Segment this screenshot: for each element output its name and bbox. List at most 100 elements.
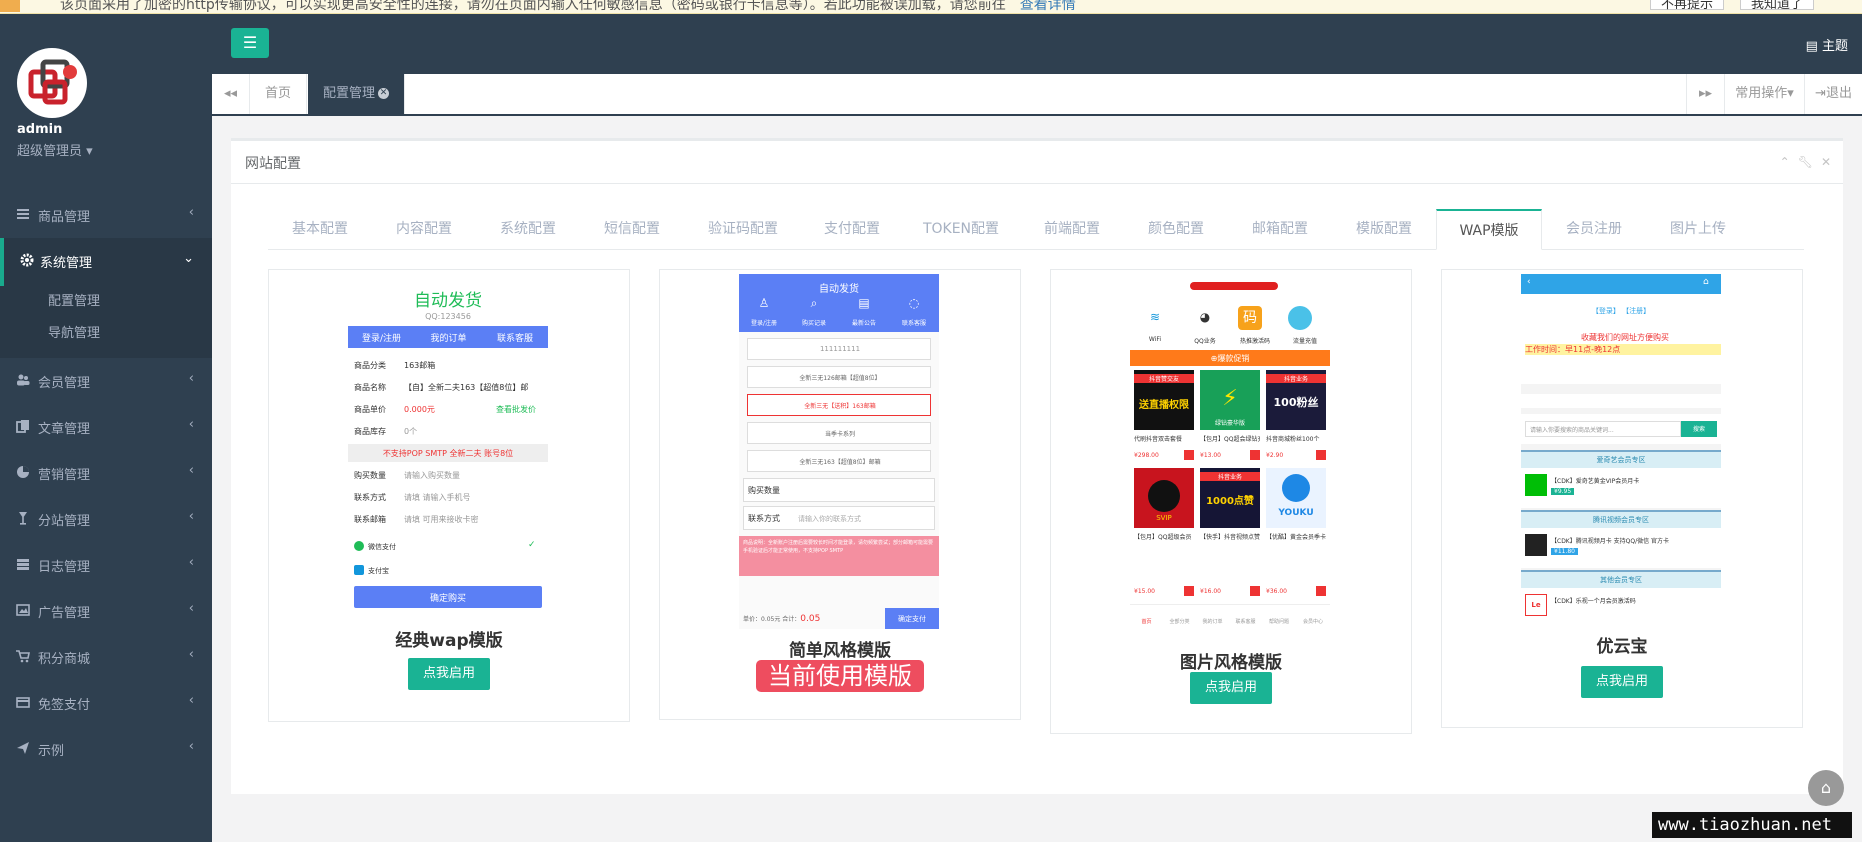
tab-content[interactable]: 内容配置 (372, 209, 476, 249)
product-price: ¥2.90 (1266, 452, 1284, 459)
preview-item: 当季卡系列 (747, 422, 931, 444)
tab-image-upload[interactable]: 图片上传 (1646, 209, 1750, 249)
template-preview-image[interactable]: ≋ ◕ 码 WiFi QQ业务 热推激活码 流量充值 ⊕爆款促销 抖音赞交友 送直… (1130, 274, 1330, 629)
tab-token[interactable]: TOKEN配置 (902, 209, 1020, 249)
scroll-tabs-left-button[interactable]: ◂◂ (212, 74, 250, 114)
theme-button[interactable]: ▤ 主题 (1806, 35, 1848, 54)
enable-template-button[interactable]: 点我启用 (408, 658, 490, 690)
sidebar-item-marketing[interactable]: 营销管理 ‹ (0, 450, 212, 496)
tab-system[interactable]: 系统配置 (476, 209, 580, 249)
preview-item: 全新三无126邮箱【超值8位】 (747, 366, 931, 388)
sidebar-item-products[interactable]: 商品管理 ‹ (0, 192, 212, 238)
preview-row-label: 商品名称 (354, 383, 386, 392)
template-preview-classic[interactable]: 自动发货 QQ:123456 登录/注册 我的订单 联系客服 商品分类 163邮… (348, 278, 548, 613)
home-icon: ⌂ (1820, 778, 1832, 797)
back-to-home-button[interactable]: ⌂ (1808, 770, 1844, 806)
sidebar-item-free-pay[interactable]: 免签支付 ‹ (0, 680, 212, 726)
cart-icon (1250, 586, 1260, 596)
enable-template-button[interactable]: 点我启用 (1190, 672, 1272, 704)
wifi-icon: ≋ (1149, 310, 1161, 324)
notice-message: 该页面采用了加密的http传输协议，可以实现更高安全性的连接，请勿在页面内输入任… (60, 0, 1006, 13)
preview-section-header: 腾讯视频会员专区 (1521, 510, 1721, 528)
sidebar-menu: 商品管理 ‹ 系统管理 ⌄ 配置管理 导航管理 会员管理 ‹ 文章管理 ‹ 营销管理 ‹ … (0, 192, 212, 772)
product-price: ¥36.00 (1266, 588, 1287, 595)
preview-contact-ph: 请输入你的联系方式 (798, 515, 861, 523)
menu-toggle-button[interactable]: ☰ (231, 28, 269, 58)
preview-pay-option: 微信支付 (368, 543, 396, 551)
logout-button[interactable]: ⇥退出 (1804, 74, 1862, 114)
sidebar-item-articles[interactable]: 文章管理 ‹ (0, 404, 212, 450)
template-preview-youyunbao[interactable]: ‹ ⌂ 【登录】 【注册】 收藏我们的网址方便购买 工作时间：早11点-晚12点 … (1521, 274, 1721, 629)
preview-notice-strip (1521, 394, 1721, 408)
dont-remind-button[interactable]: 不再提示 (1650, 0, 1725, 12)
tab-template[interactable]: 模版配置 (1332, 209, 1436, 249)
submenu-item-nav[interactable]: 导航管理 (0, 318, 212, 350)
notice-link[interactable]: 查看详情 (1020, 0, 1076, 13)
tab-wap-template[interactable]: WAP模版 (1436, 209, 1542, 250)
preview-hours: 工作时间：早11点-晚12点 (1525, 344, 1721, 355)
tab-captcha[interactable]: 验证码配置 (684, 209, 802, 249)
close-icon[interactable]: ✕ (1821, 155, 1831, 169)
preview-contact-label: 联系方式 (748, 514, 780, 523)
preview-item-text: 全新三无163【超值8位】邮箱 (799, 459, 881, 466)
scroll-tabs-right-button[interactable]: ▸▸ (1686, 74, 1724, 114)
sidebar-item-substation[interactable]: 分站管理 ‹ (0, 496, 212, 542)
preview-input: 111111111 (747, 338, 931, 360)
wrench-icon[interactable]: 🔧︎ (1798, 155, 1813, 169)
enable-template-button[interactable]: 点我启用 (1581, 666, 1663, 698)
cart-icon (1316, 450, 1326, 460)
tencent-video-logo (1525, 534, 1547, 556)
preview-qty-row: 购买数量 (743, 478, 935, 502)
system-submenu: 配置管理 导航管理 (0, 286, 212, 358)
chat-icon: ◌ (908, 296, 920, 310)
tab-color[interactable]: 颜色配置 (1124, 209, 1228, 249)
logout-label: 退出 (1825, 86, 1852, 101)
log-icon (17, 559, 29, 570)
watermark: www.tiaozhuan.net (1652, 812, 1852, 838)
collapse-icon[interactable]: ⌃ (1780, 155, 1790, 169)
submenu-item-config[interactable]: 配置管理 (0, 286, 212, 318)
product-image: SVIP (1134, 468, 1194, 528)
cart-icon (1184, 450, 1194, 460)
preview-notice-text: 不支持POP SMTP 全新二夫 账号8位 (382, 449, 514, 458)
tab-payment[interactable]: 支付配置 (802, 209, 902, 249)
sidebar-item-members[interactable]: 会员管理 ‹ (0, 358, 212, 404)
sidebar-item-ads[interactable]: 广告管理 ‹ (0, 588, 212, 634)
sidebar-item-logs[interactable]: 日志管理 ‹ (0, 542, 212, 588)
page-tab-config[interactable]: 配置管理 ✕ (308, 74, 406, 114)
tab-sms[interactable]: 短信配置 (580, 209, 684, 249)
avatar[interactable] (17, 48, 87, 118)
sidebar-item-label: 广告管理 (38, 606, 91, 621)
preview-field-ph: 请填 可用来接收卡密 (404, 515, 479, 524)
preview-field-ph: 请填 请输入手机号 (404, 493, 471, 502)
chevron-left-icon: ‹ (188, 601, 194, 616)
sidebar-item-system[interactable]: 系统管理 ⌄ (0, 238, 212, 286)
template-preview-simple[interactable]: 自动发货 ♙ ⌕ ▤ ◌ 登录/注册 购买记录 最新公告 联系客服 111111… (739, 274, 939, 629)
got-it-button[interactable]: 我知道了 (1740, 0, 1815, 12)
common-ops-dropdown[interactable]: 常用操作▾ (1724, 74, 1804, 114)
preview-row-value: 0个 (404, 427, 418, 436)
preview-footer-item: 我的订单 (1202, 619, 1223, 625)
user-role-dropdown[interactable]: 超级管理员 ▾ (17, 140, 93, 159)
tab-frontend[interactable]: 前端配置 (1020, 209, 1124, 249)
tab-email[interactable]: 邮箱配置 (1228, 209, 1332, 249)
panel-header: 网站配置 ⌃ 🔧︎ ✕ (231, 138, 1843, 184)
sidebar-item-label: 积分商城 (38, 652, 91, 667)
preview-search-ph: 请输入你要搜索的商品关键词... (1530, 427, 1614, 434)
theme-label: 主题 (1821, 39, 1848, 54)
close-tab-icon[interactable]: ✕ (378, 88, 390, 99)
preview-section-item: Le 【CDK】乐视一个月会员激活码 (1521, 588, 1721, 629)
chevron-left-icon: ‹ (188, 463, 194, 478)
tab-basic[interactable]: 基本配置 (268, 209, 372, 249)
preview-icon-label: 最新公告 (851, 320, 876, 327)
page-tab-home[interactable]: 首页 (250, 74, 308, 114)
sidebar-item-label: 会员管理 (38, 376, 91, 391)
top-navbar: ☰ ▤ 主题 (212, 14, 1862, 74)
chevron-left-icon: ‹ (188, 509, 194, 524)
preview-footer-item: 会员中心 (1302, 619, 1323, 625)
preview-icon-label: 热推激活码 (1239, 338, 1270, 345)
sidebar-item-points-mall[interactable]: 积分商城 ‹ (0, 634, 212, 680)
template-name: 简单风格模版 (789, 641, 891, 661)
tab-member-register[interactable]: 会员注册 (1542, 209, 1646, 249)
sidebar-item-example[interactable]: 示例 ‹ (0, 726, 212, 772)
